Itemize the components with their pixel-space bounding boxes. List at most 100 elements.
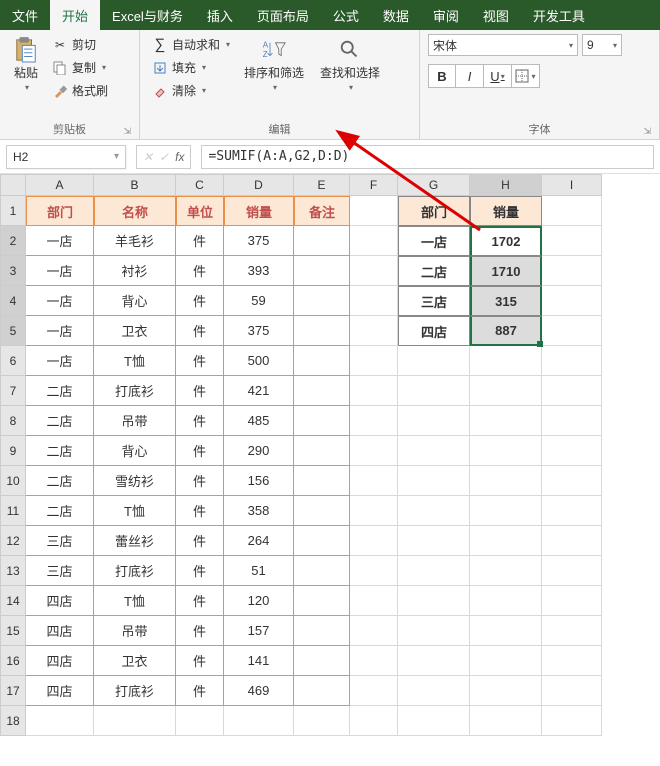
fx-icon[interactable]: fx — [175, 150, 184, 164]
cell[interactable] — [470, 436, 542, 466]
cell[interactable]: 469 — [224, 676, 294, 706]
cell[interactable] — [350, 706, 398, 736]
col-header-f[interactable]: F — [350, 174, 398, 196]
cell[interactable] — [398, 406, 470, 436]
menu-formulas[interactable]: 公式 — [321, 0, 371, 30]
cell[interactable]: 375 — [224, 316, 294, 346]
cell[interactable] — [398, 346, 470, 376]
cell[interactable] — [470, 616, 542, 646]
cell[interactable]: 件 — [176, 376, 224, 406]
cell[interactable]: 一店 — [26, 226, 94, 256]
cell[interactable]: 四店 — [398, 316, 470, 346]
row-header[interactable]: 10 — [0, 466, 26, 496]
cell[interactable]: 部门 — [398, 196, 470, 226]
paste-button[interactable]: 粘贴▾ — [8, 34, 44, 96]
cell[interactable]: 打底衫 — [94, 376, 176, 406]
cell[interactable] — [176, 706, 224, 736]
cell[interactable] — [470, 526, 542, 556]
cell[interactable] — [470, 556, 542, 586]
col-header-b[interactable]: B — [94, 174, 176, 196]
cell[interactable]: 件 — [176, 286, 224, 316]
cell[interactable]: 三店 — [398, 286, 470, 316]
menu-file[interactable]: 文件 — [0, 0, 50, 30]
row-header[interactable]: 5 — [0, 316, 26, 346]
cell[interactable]: 485 — [224, 406, 294, 436]
cell[interactable] — [398, 706, 470, 736]
cell[interactable] — [350, 676, 398, 706]
cell[interactable] — [398, 496, 470, 526]
name-box[interactable]: H2 ▾ — [6, 145, 126, 169]
cell[interactable]: 四店 — [26, 646, 94, 676]
cell[interactable]: 背心 — [94, 436, 176, 466]
row-header[interactable]: 4 — [0, 286, 26, 316]
fill-handle[interactable] — [537, 341, 543, 347]
cell[interactable] — [294, 646, 350, 676]
cell[interactable]: T恤 — [94, 496, 176, 526]
cell[interactable] — [350, 436, 398, 466]
cell[interactable]: 290 — [224, 436, 294, 466]
cell[interactable] — [542, 286, 602, 316]
cell[interactable]: 141 — [224, 646, 294, 676]
cell[interactable]: 吊带 — [94, 616, 176, 646]
col-header-h[interactable]: H — [470, 174, 542, 196]
cell[interactable] — [350, 466, 398, 496]
cell[interactable]: 157 — [224, 616, 294, 646]
cell[interactable] — [470, 676, 542, 706]
col-header-c[interactable]: C — [176, 174, 224, 196]
cell[interactable]: 二店 — [26, 466, 94, 496]
menu-home[interactable]: 开始 — [50, 0, 100, 30]
italic-button[interactable]: I — [456, 64, 484, 88]
cell[interactable]: 件 — [176, 526, 224, 556]
cell[interactable]: 二店 — [398, 256, 470, 286]
cell[interactable]: 羊毛衫 — [94, 226, 176, 256]
cell[interactable]: 四店 — [26, 676, 94, 706]
cell[interactable]: 备注 — [294, 196, 350, 226]
cell[interactable] — [294, 376, 350, 406]
cell[interactable] — [542, 586, 602, 616]
cell[interactable] — [350, 346, 398, 376]
cell[interactable] — [470, 496, 542, 526]
cell[interactable]: 1702 — [470, 226, 542, 256]
sort-filter-button[interactable]: AZ 排序和筛选▾ — [238, 34, 310, 96]
cell[interactable] — [398, 466, 470, 496]
cell[interactable]: 120 — [224, 586, 294, 616]
cell[interactable]: 件 — [176, 466, 224, 496]
cell[interactable] — [294, 316, 350, 346]
menu-layout[interactable]: 页面布局 — [245, 0, 321, 30]
cell[interactable] — [350, 406, 398, 436]
cell[interactable]: 59 — [224, 286, 294, 316]
cell[interactable] — [470, 406, 542, 436]
clear-button[interactable]: 清除▾ — [148, 80, 234, 101]
cell[interactable] — [542, 226, 602, 256]
select-all-corner[interactable] — [0, 174, 26, 196]
row-header[interactable]: 7 — [0, 376, 26, 406]
cell[interactable]: 件 — [176, 496, 224, 526]
cell[interactable] — [542, 406, 602, 436]
cell[interactable]: 四店 — [26, 616, 94, 646]
cell[interactable] — [542, 646, 602, 676]
formula-input[interactable]: =SUMIF(A:A,G2,D:D) — [201, 145, 654, 169]
cell[interactable]: 358 — [224, 496, 294, 526]
cell[interactable] — [224, 706, 294, 736]
cell[interactable] — [542, 526, 602, 556]
cell[interactable]: 一店 — [26, 256, 94, 286]
cell[interactable] — [470, 376, 542, 406]
format-painter-button[interactable]: 格式刷 — [48, 80, 112, 101]
cell[interactable]: T恤 — [94, 346, 176, 376]
cell[interactable]: 打底衫 — [94, 556, 176, 586]
cell[interactable] — [294, 466, 350, 496]
row-header[interactable]: 15 — [0, 616, 26, 646]
cell[interactable]: 吊带 — [94, 406, 176, 436]
cell[interactable]: T恤 — [94, 586, 176, 616]
cell[interactable]: 375 — [224, 226, 294, 256]
row-header[interactable]: 17 — [0, 676, 26, 706]
cell[interactable] — [294, 586, 350, 616]
cell[interactable] — [350, 646, 398, 676]
cell[interactable]: 件 — [176, 436, 224, 466]
cell[interactable] — [542, 346, 602, 376]
cancel-formula-icon[interactable]: ✕ — [143, 150, 153, 164]
cell[interactable]: 卫衣 — [94, 646, 176, 676]
cell[interactable] — [470, 706, 542, 736]
enter-formula-icon[interactable]: ✓ — [159, 150, 169, 164]
cell[interactable] — [398, 616, 470, 646]
